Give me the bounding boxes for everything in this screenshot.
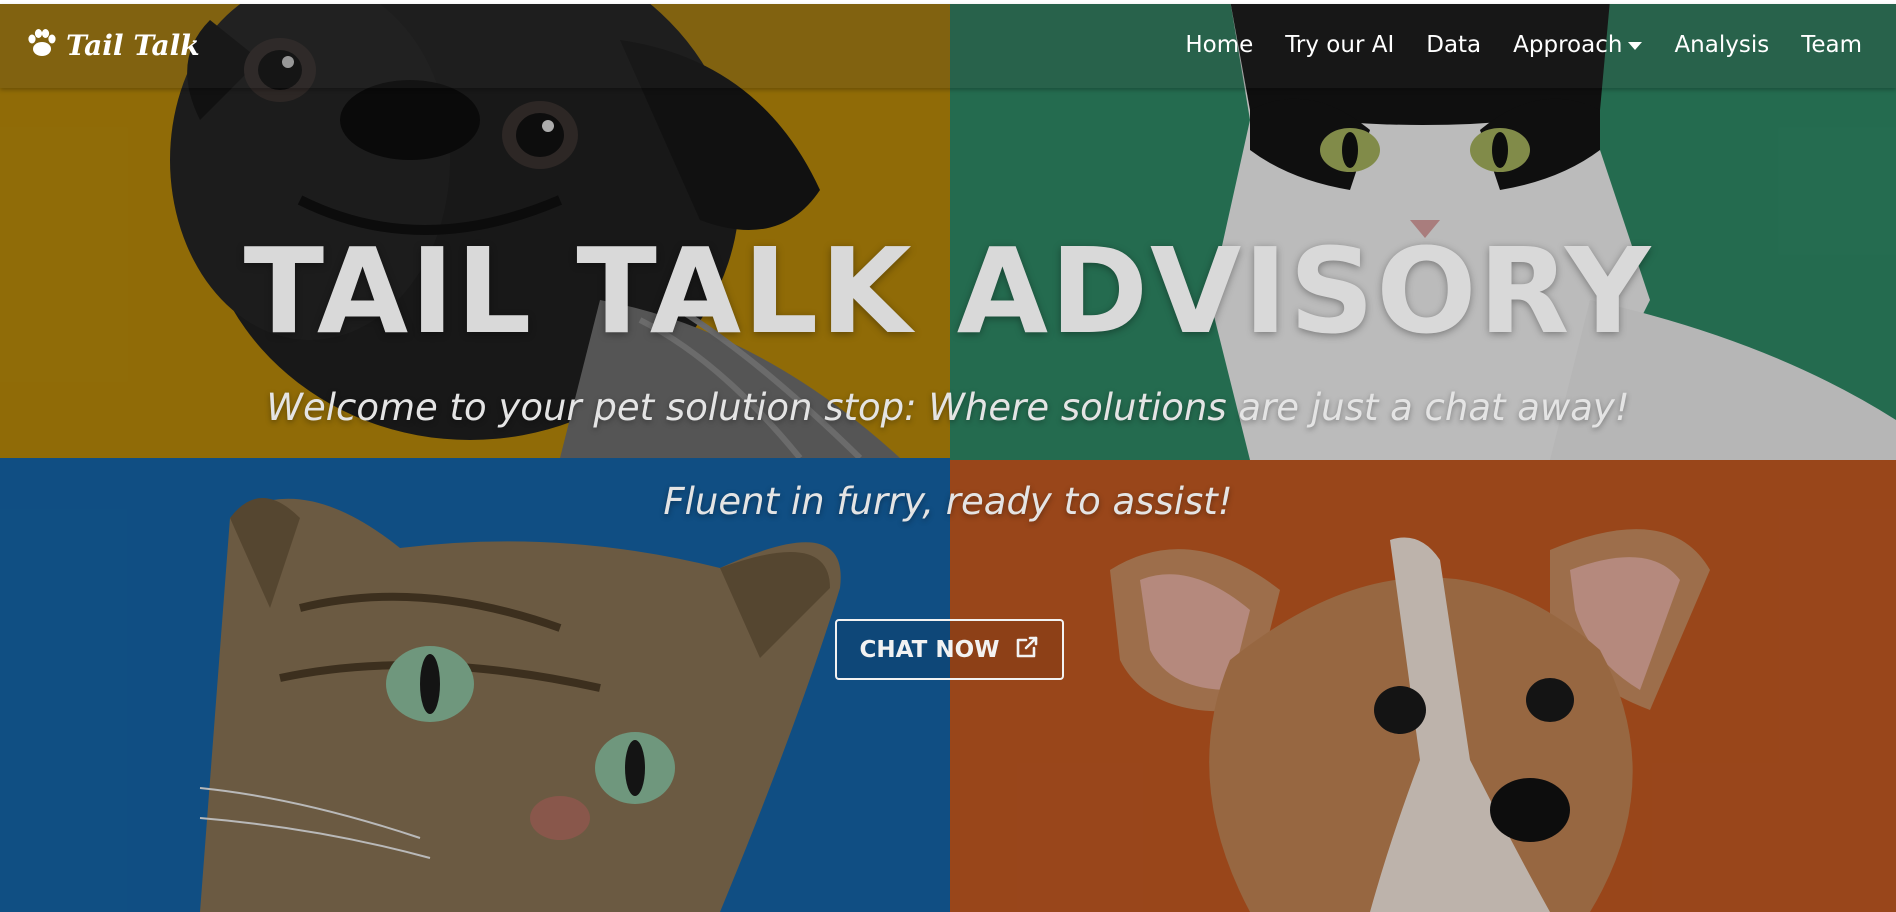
hero-title: TAIL TALK ADVISORY — [243, 222, 1653, 360]
chat-now-label: CHAT NOW — [859, 636, 1000, 663]
chat-now-button[interactable]: CHAT NOW — [835, 619, 1064, 680]
external-link-icon — [1014, 634, 1040, 666]
hero-content: TAIL TALK ADVISORY Welcome to your pet s… — [0, 0, 1896, 912]
hero-subtitle: Welcome to your pet solution stop: Where… — [266, 386, 1630, 429]
hero-tagline: Fluent in furry, ready to assist! — [663, 480, 1233, 523]
